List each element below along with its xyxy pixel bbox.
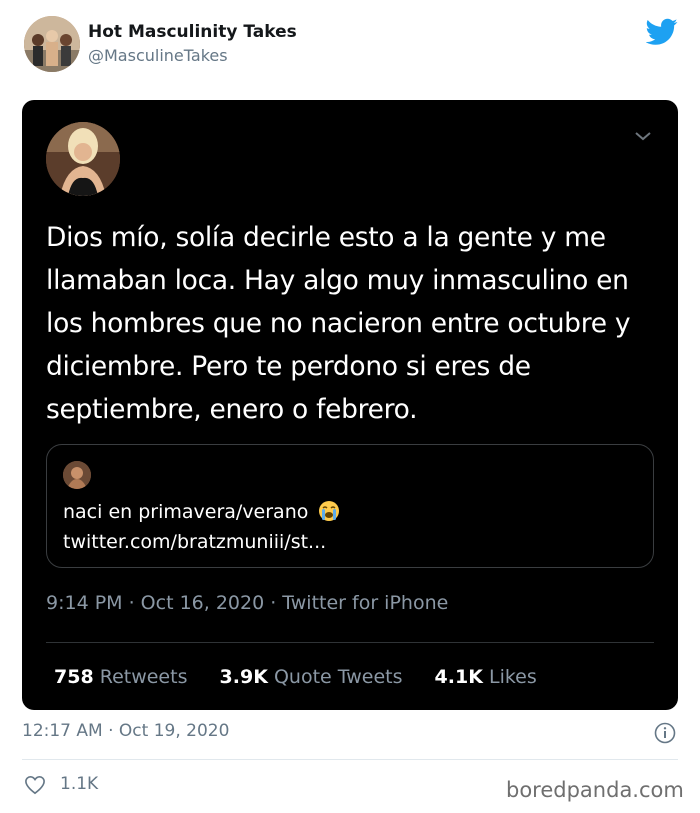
tweet-body-text: Dios mío, solía decirle esto a la gente …	[46, 222, 631, 425]
user-handle[interactable]: @MasculineTakes	[88, 46, 228, 65]
twitter-bird-icon[interactable]	[646, 18, 678, 46]
divider	[22, 759, 678, 760]
quote-author-avatar	[63, 461, 91, 489]
quote-text-content: naci en primavera/verano	[63, 501, 309, 523]
quote-text: naci en primavera/verano	[63, 497, 340, 527]
likes-count: 4.1K	[434, 666, 483, 688]
quote-tweets-stat[interactable]: 3.9K Quote Tweets	[220, 666, 403, 688]
retweets-stat[interactable]: 758 Retweets	[54, 666, 187, 688]
quoted-author-avatar	[46, 122, 120, 196]
retweets-label: Retweets	[99, 666, 188, 688]
heart-icon[interactable]	[24, 775, 46, 795]
info-icon[interactable]	[654, 722, 676, 744]
display-name[interactable]: Hot Masculinity Takes	[88, 22, 297, 42]
watermark: boredpanda.com	[506, 778, 684, 802]
likes-stat[interactable]: 4.1K Likes	[435, 666, 537, 688]
avatar-photo-icon	[63, 461, 91, 489]
profile-avatar[interactable]	[24, 16, 80, 72]
tweet-meta: 9:14 PM · Oct 16, 2020 · Twitter for iPh…	[46, 592, 449, 614]
tweet-timestamp[interactable]: 12:17 AM · Oct 19, 2020	[22, 721, 229, 741]
retweets-count: 758	[54, 666, 94, 688]
likes-label: Likes	[488, 666, 537, 688]
quote-link[interactable]: twitter.com/bratzmuniii/st...	[63, 527, 326, 557]
embedded-tweet-screenshot: Dios mío, solía decirle esto a la gente …	[22, 100, 678, 710]
quoted-tweet-card[interactable]: naci en primavera/verano twitter.com/bra…	[46, 444, 654, 568]
chevron-down-icon[interactable]	[634, 130, 652, 142]
quote-tweets-count: 3.9K	[219, 666, 268, 688]
divider	[46, 642, 654, 643]
engagement-stats: 758 Retweets 3.9K Quote Tweets 4.1K Like…	[54, 666, 563, 688]
avatar-photo-icon	[46, 122, 120, 196]
avatar-photo-icon	[24, 16, 80, 72]
quote-tweets-label: Quote Tweets	[273, 666, 403, 688]
like-count: 1.1K	[60, 774, 99, 794]
loudly-crying-face-icon	[319, 501, 340, 521]
